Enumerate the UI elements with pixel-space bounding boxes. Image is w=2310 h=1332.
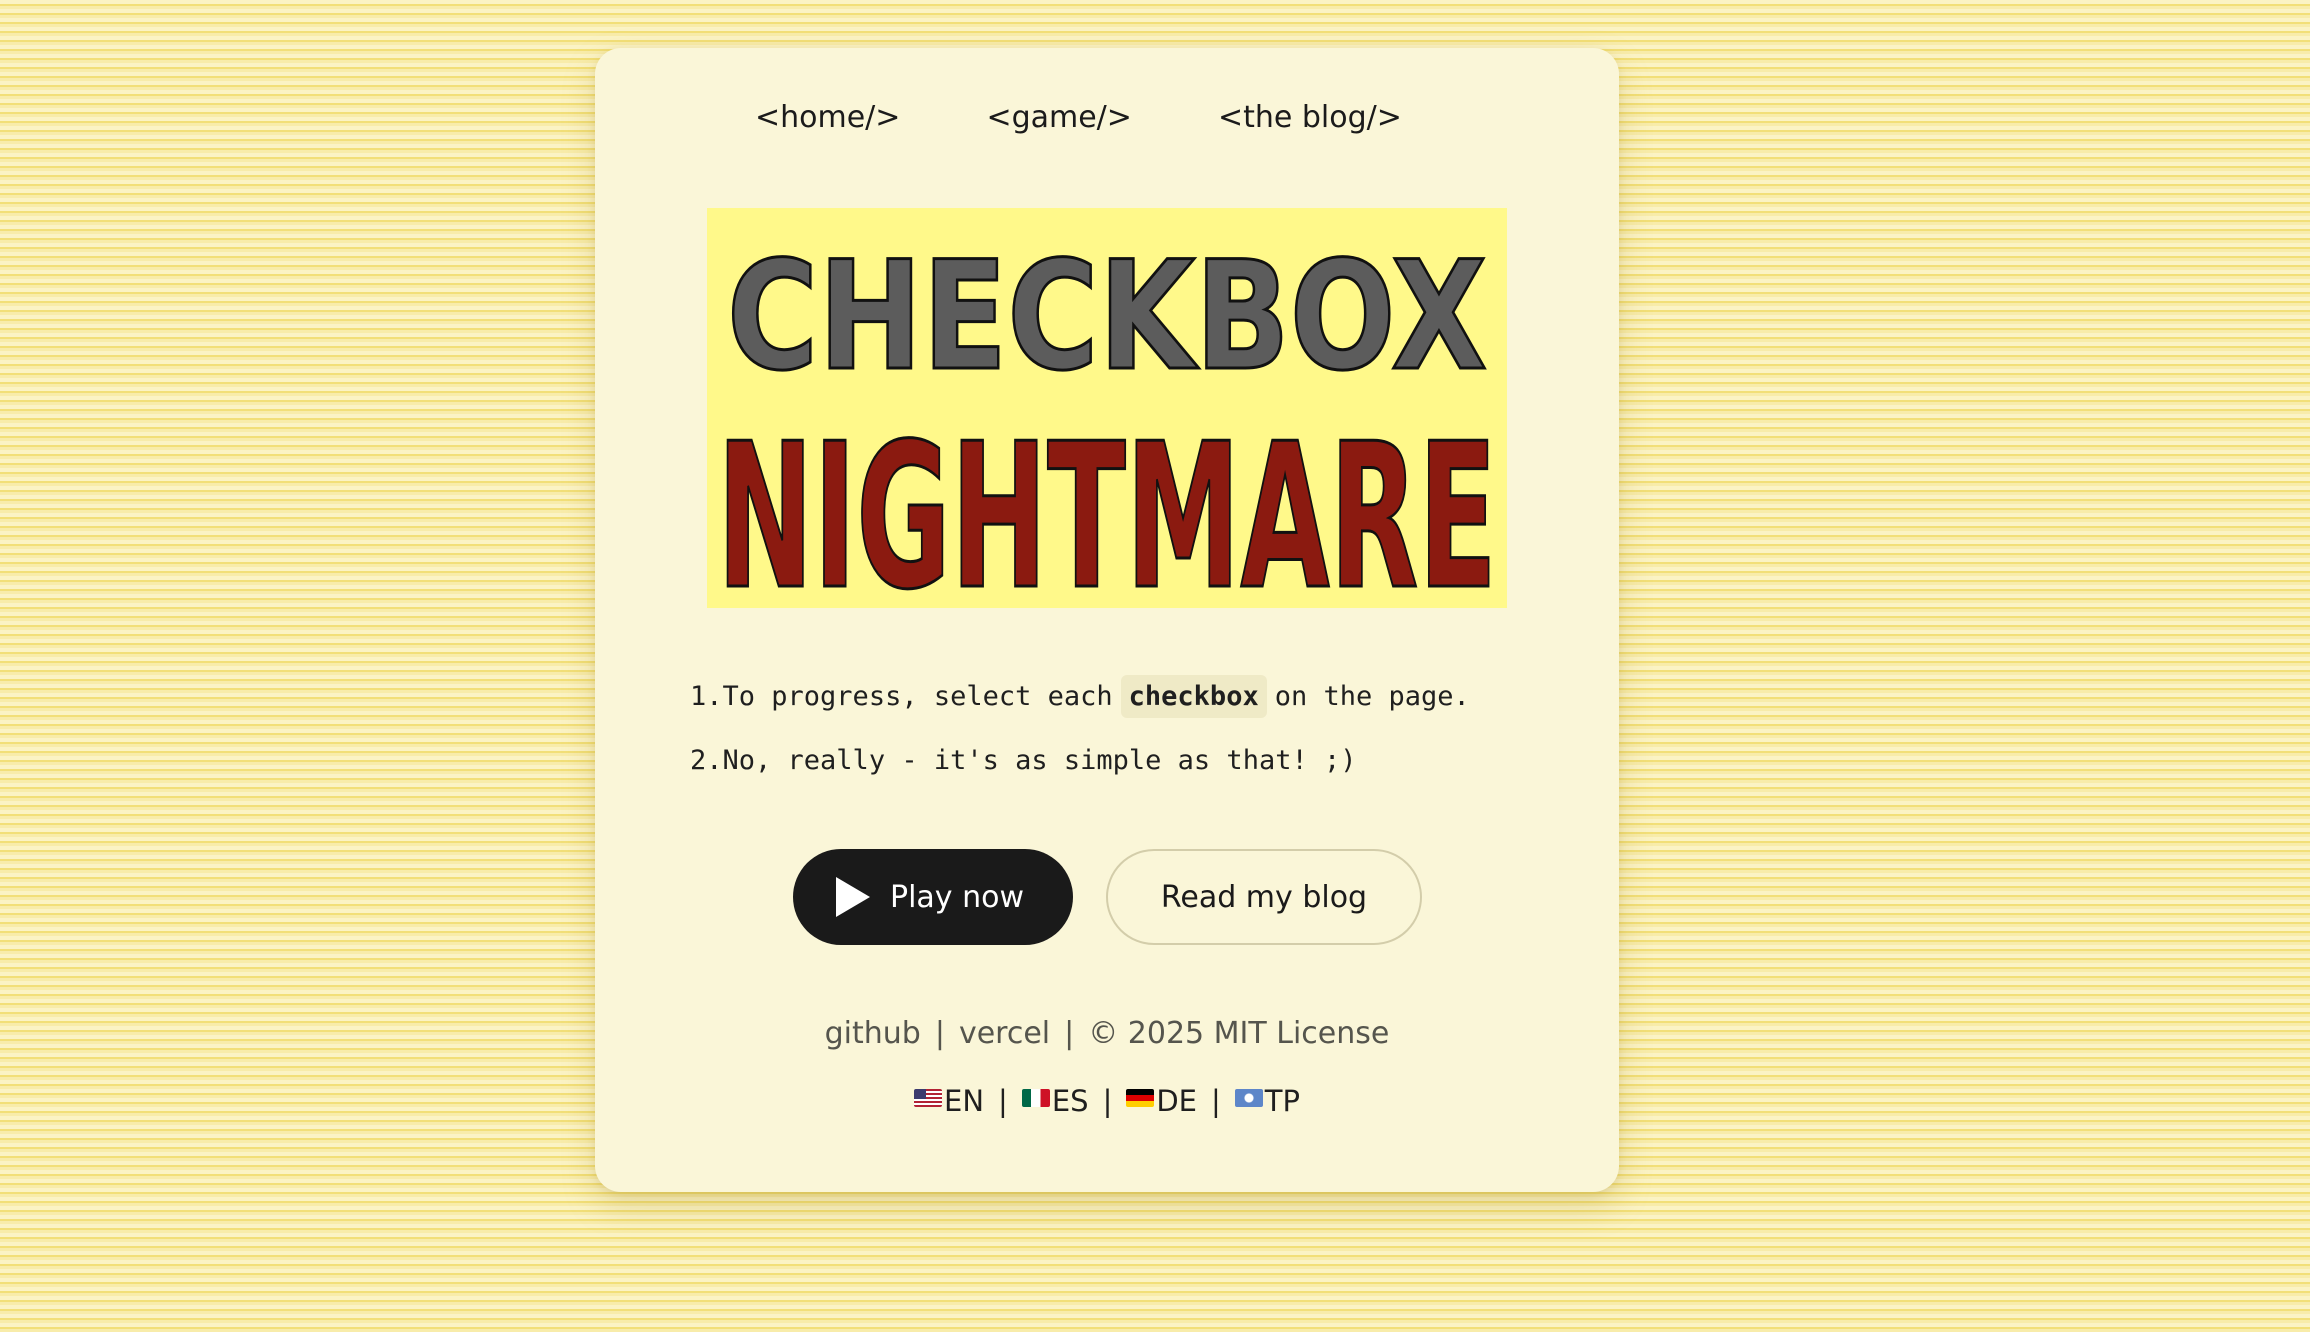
read-blog-button[interactable]: Read my blog	[1106, 849, 1422, 945]
game-logo: CHECKBOX NIGHTMARE	[707, 208, 1507, 608]
lang-separator: |	[1211, 1084, 1221, 1118]
instruction-step-2: 2. No, really - it's as simple as that! …	[690, 737, 1470, 783]
lang-tp-link[interactable]: TP	[1234, 1084, 1300, 1118]
logo-line-nightmare: NIGHTMARE	[717, 401, 1497, 608]
play-now-label: Play now	[889, 879, 1024, 915]
logo-wordmark: CHECKBOX NIGHTMARE	[716, 229, 1499, 609]
language-switcher: EN | ES | DE | TP	[595, 1084, 1619, 1118]
read-blog-label: Read my blog	[1160, 879, 1368, 915]
lang-de-label: DE	[1156, 1084, 1197, 1118]
lang-de-link[interactable]: DE	[1126, 1084, 1197, 1118]
step-text: To progress, select each	[722, 680, 1113, 712]
flag-tp-icon	[1234, 1089, 1263, 1107]
step-number: 1.	[690, 680, 723, 712]
flag-us-icon	[914, 1089, 943, 1107]
instructions-list: 1. To progress, select each checkbox on th…	[690, 673, 1470, 801]
play-icon	[835, 877, 870, 917]
footer-separator: |	[934, 1016, 945, 1051]
flag-mx-icon	[1021, 1089, 1050, 1107]
step-text-end: on the page.	[1274, 680, 1470, 712]
lang-en-link[interactable]: EN	[914, 1084, 984, 1118]
footer-separator: |	[1064, 1016, 1075, 1051]
play-now-button[interactable]: Play now	[793, 849, 1073, 945]
footer-links: github | vercel | © 2025 MIT License	[595, 1016, 1619, 1051]
lang-es-label: ES	[1051, 1084, 1089, 1118]
github-link[interactable]: github	[825, 1016, 921, 1051]
vercel-link[interactable]: vercel	[959, 1016, 1050, 1051]
logo-line-checkbox: CHECKBOX	[727, 230, 1487, 404]
checkbox-code: checkbox	[1120, 674, 1267, 718]
lang-en-label: EN	[944, 1084, 985, 1118]
top-nav: <home/> <game/> <the blog/>	[755, 100, 1402, 135]
step-number: 2.	[690, 744, 723, 776]
step-text: No, really - it's as simple as that! ;)	[722, 744, 1357, 776]
lang-tp-label: TP	[1264, 1084, 1300, 1118]
instruction-step-1: 1. To progress, select each checkbox on th…	[690, 673, 1470, 719]
license-text: © 2025 MIT License	[1088, 1016, 1390, 1051]
nav-game-link[interactable]: <game/>	[986, 100, 1132, 135]
nav-blog-link[interactable]: <the blog/>	[1218, 100, 1402, 135]
lang-es-link[interactable]: ES	[1021, 1084, 1089, 1118]
nav-home-link[interactable]: <home/>	[755, 100, 900, 135]
lang-separator: |	[998, 1084, 1008, 1118]
flag-de-icon	[1126, 1089, 1155, 1107]
main-card: <home/> <game/> <the blog/> CHECKBOX NIG…	[595, 48, 1619, 1192]
lang-separator: |	[1102, 1084, 1113, 1118]
